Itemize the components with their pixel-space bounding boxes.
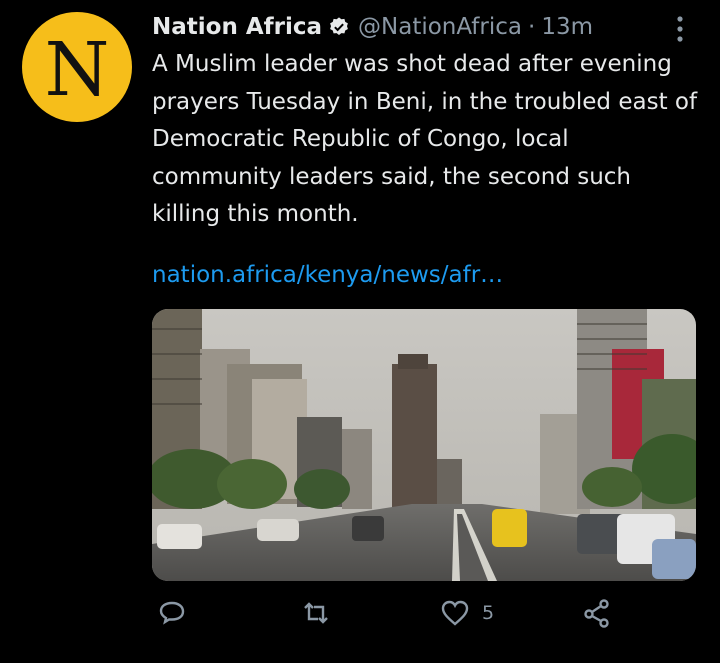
verified-badge-icon	[330, 17, 348, 35]
share-button[interactable]	[582, 598, 612, 628]
retweet-icon	[304, 602, 328, 624]
more-vertical-icon[interactable]	[670, 14, 690, 44]
avatar[interactable]: N	[22, 12, 132, 122]
reply-button[interactable]	[157, 598, 187, 628]
heart-icon	[441, 600, 469, 626]
tweet-photo[interactable]	[152, 309, 696, 581]
tweet-link[interactable]: nation.africa/kenya/news/afr…	[152, 262, 503, 288]
tweet-text: A Muslim leader was shot dead after even…	[152, 46, 700, 234]
like-button[interactable]: 5	[440, 598, 494, 628]
street-photo	[152, 309, 696, 581]
tweet-header: Nation Africa @NationAfrica · 13m	[152, 9, 593, 45]
avatar-letter: N	[44, 27, 110, 113]
retweet-button[interactable]	[301, 598, 331, 628]
like-count: 5	[482, 602, 495, 624]
share-icon	[584, 599, 609, 628]
action-bar: 5	[0, 590, 720, 650]
reply-icon	[159, 601, 185, 625]
display-name[interactable]: Nation Africa	[152, 14, 322, 40]
handle[interactable]: @NationAfrica	[358, 14, 522, 40]
tweet-text-paragraph: A Muslim leader was shot dead after even…	[152, 51, 698, 227]
separator: ·	[528, 14, 536, 40]
timestamp[interactable]: 13m	[541, 14, 593, 40]
